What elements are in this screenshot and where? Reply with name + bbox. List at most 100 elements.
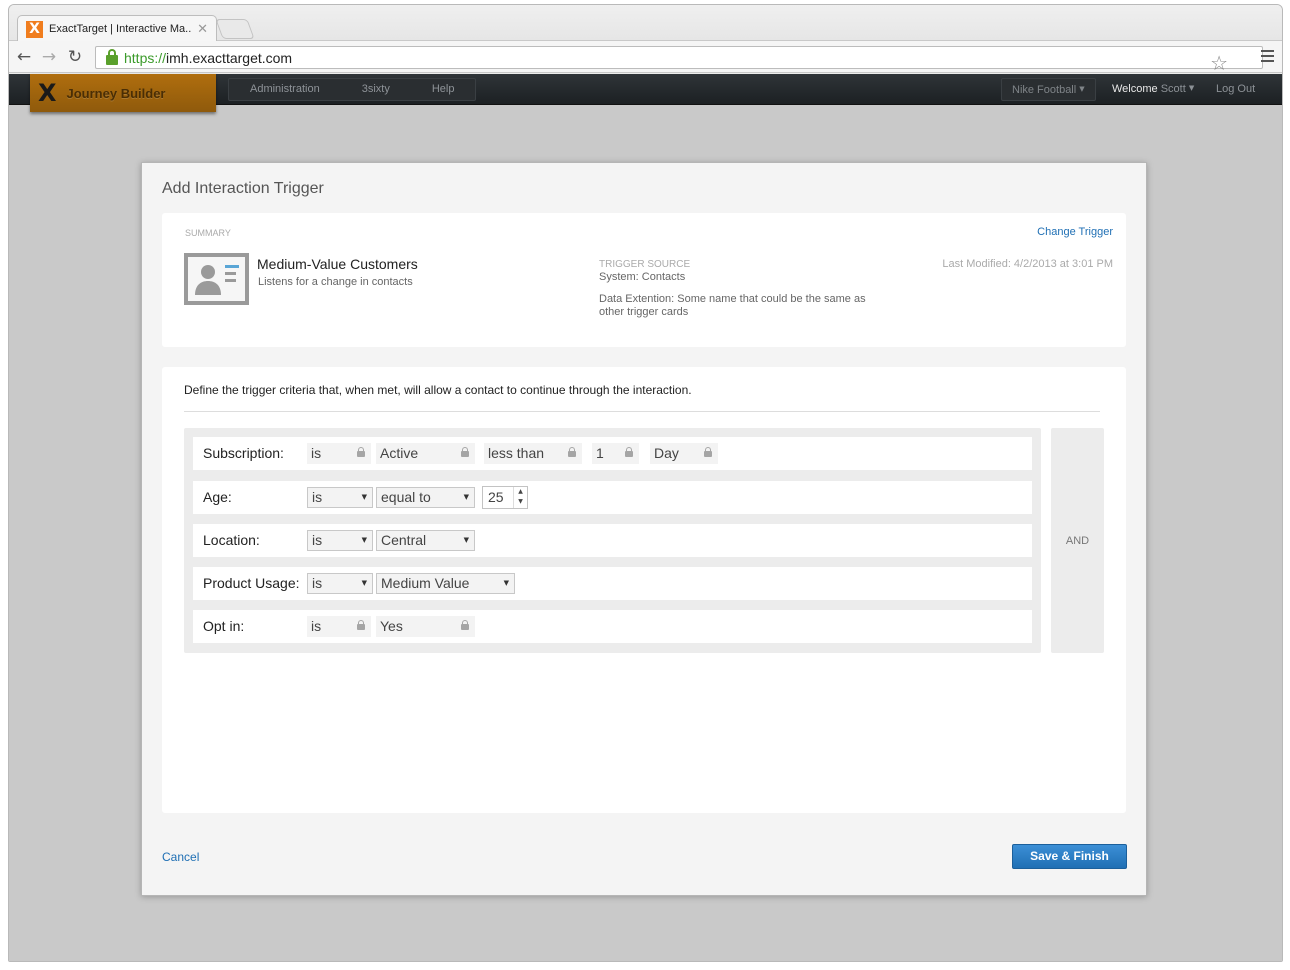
operator-locked-field: is (307, 616, 371, 637)
criteria-label: Location: (203, 532, 260, 548)
chevron-down-icon: ▼ (361, 579, 367, 587)
journey-builder-logo[interactable]: X Journey Builder (30, 74, 216, 112)
contact-card-icon (184, 253, 249, 305)
chevron-down-icon: ▼ (463, 536, 469, 544)
change-trigger-link[interactable]: Change Trigger (1037, 226, 1113, 238)
and-combinator-button[interactable]: AND (1051, 428, 1104, 653)
caret-down-icon: ▼ (1188, 84, 1195, 92)
location-select[interactable]: Central ▼ (376, 530, 475, 551)
operator-locked-field: is (307, 443, 371, 464)
add-interaction-trigger-dialog: Add Interaction Trigger SUMMARY Change T… (141, 162, 1147, 896)
tab-strip: X ExactTarget | Interactive Ma.. ✕ (9, 5, 1282, 42)
dialog-title: Add Interaction Trigger (162, 180, 324, 197)
and-label: AND (1065, 534, 1090, 547)
stepper-arrows-icon[interactable]: ▲ ▼ (513, 487, 527, 508)
criteria-row-location: Location: is ▼ Central ▼ (193, 524, 1032, 557)
value-text: Medium Value (381, 575, 470, 591)
operator-select[interactable]: is ▼ (307, 530, 373, 551)
cancel-link[interactable]: Cancel (162, 850, 199, 864)
operator-value: is (311, 445, 322, 461)
amount-locked-field: 1 (592, 443, 639, 464)
welcome-label: Welcome (1112, 83, 1158, 95)
summary-section-label: SUMMARY (185, 228, 231, 238)
nav-item-help[interactable]: Help (411, 79, 476, 100)
criteria-row-subscription: Subscription: is Active less than 1 Day (193, 437, 1032, 470)
chevron-down-icon: ▼ (463, 493, 469, 501)
chevron-down-icon: ▼ (503, 579, 509, 587)
secure-lock-icon (106, 48, 118, 65)
nav-item-administration[interactable]: Administration (229, 79, 341, 100)
amount-text: 1 (596, 445, 604, 461)
caret-down-icon: ▼ (1079, 85, 1085, 93)
browser-tab[interactable]: X ExactTarget | Interactive Ma.. ✕ (17, 15, 217, 42)
close-tab-icon[interactable]: ✕ (197, 22, 208, 37)
criteria-row-opt-in: Opt in: is Yes (193, 610, 1032, 643)
age-number-stepper[interactable]: 25 ▲ ▼ (482, 486, 528, 509)
operator-select[interactable]: is ▼ (307, 573, 373, 594)
data-extension-text: Data Extention: Some name that could be … (599, 293, 866, 318)
value-locked-field: Yes (376, 616, 475, 637)
trigger-description: Listens for a change in contacts (258, 276, 413, 288)
comparison-locked-field: less than (484, 443, 582, 464)
logout-link[interactable]: Log Out (1216, 83, 1255, 95)
forward-arrow-icon[interactable]: → (38, 46, 60, 68)
criteria-label: Opt in: (203, 618, 245, 634)
comparison-text: equal to (381, 489, 431, 505)
unit-text: Day (654, 445, 679, 461)
value-locked-field: Active (376, 443, 475, 464)
reload-icon[interactable]: ↻ (64, 46, 86, 68)
browser-menu-icon[interactable] (1261, 50, 1274, 62)
exacttarget-favicon-icon: X (26, 20, 43, 38)
back-arrow-icon[interactable]: ← (13, 46, 35, 68)
operator-select[interactable]: is ▼ (307, 487, 373, 508)
operator-value: is (311, 618, 322, 634)
exacttarget-x-icon: X (38, 79, 57, 107)
comparison-select[interactable]: equal to ▼ (376, 487, 475, 508)
value-text: Yes (380, 618, 403, 634)
lock-icon (625, 447, 633, 457)
welcome-menu[interactable]: Welcome Scott ▼ (1112, 83, 1194, 95)
criteria-instructions: Define the trigger criteria that, when m… (184, 383, 692, 397)
lock-icon (357, 447, 365, 457)
lock-icon (568, 447, 576, 457)
chevron-down-icon: ▼ (361, 493, 367, 501)
new-tab-button[interactable] (215, 19, 255, 39)
lock-icon (461, 620, 469, 630)
criteria-card: Define the trigger criteria that, when m… (162, 367, 1126, 813)
nav-item-3sixty[interactable]: 3sixty (341, 79, 411, 100)
app-header-bar: X Journey Builder Administration 3sixty … (9, 74, 1282, 112)
save-and-finish-button[interactable]: Save & Finish (1012, 844, 1127, 869)
criteria-row-age: Age: is ▼ equal to ▼ 25 ▲ ▼ (193, 481, 1032, 514)
chevron-down-icon: ▼ (361, 536, 367, 544)
tab-title: ExactTarget | Interactive Ma.. (49, 23, 192, 35)
criteria-label: Product Usage: (203, 575, 300, 591)
criteria-row-product-usage: Product Usage: is ▼ Medium Value ▼ (193, 567, 1032, 600)
operator-value: is (312, 489, 323, 505)
lock-icon (357, 620, 365, 630)
address-bar[interactable]: https:// imh.exacttarget.com ☆ (95, 46, 1263, 75)
criteria-label: Age: (203, 489, 232, 505)
lock-icon (461, 447, 469, 457)
url-scheme: https:// (124, 49, 167, 66)
criteria-rows: Subscription: is Active less than 1 Day … (184, 428, 1041, 653)
trigger-source-label: TRIGGER SOURCE (599, 259, 691, 270)
trigger-name: Medium-Value Customers (257, 256, 418, 272)
brand-name: Journey Builder (66, 85, 166, 101)
amount-text: 25 (488, 489, 504, 505)
org-selector-label: Nike Football (1012, 84, 1077, 96)
lock-icon (704, 447, 712, 457)
org-selector-button[interactable]: Nike Football ▼ (1001, 78, 1096, 101)
trigger-source-value: System: Contacts (599, 271, 686, 283)
bookmark-star-icon[interactable]: ☆ (1210, 51, 1228, 75)
operator-value: is (312, 532, 323, 548)
comparison-text: less than (488, 445, 545, 461)
criteria-label: Subscription: (203, 445, 284, 461)
product-usage-select[interactable]: Medium Value ▼ (376, 573, 515, 594)
url-host: imh.exacttarget.com (166, 49, 293, 66)
user-name: Scott (1160, 83, 1186, 95)
operator-value: is (312, 575, 323, 591)
unit-locked-field: Day (650, 443, 718, 464)
value-text: Active (380, 445, 419, 461)
browser-window: X ExactTarget | Interactive Ma.. ✕ ← → ↻… (8, 4, 1283, 962)
app-viewport: X Journey Builder Administration 3sixty … (9, 74, 1282, 961)
